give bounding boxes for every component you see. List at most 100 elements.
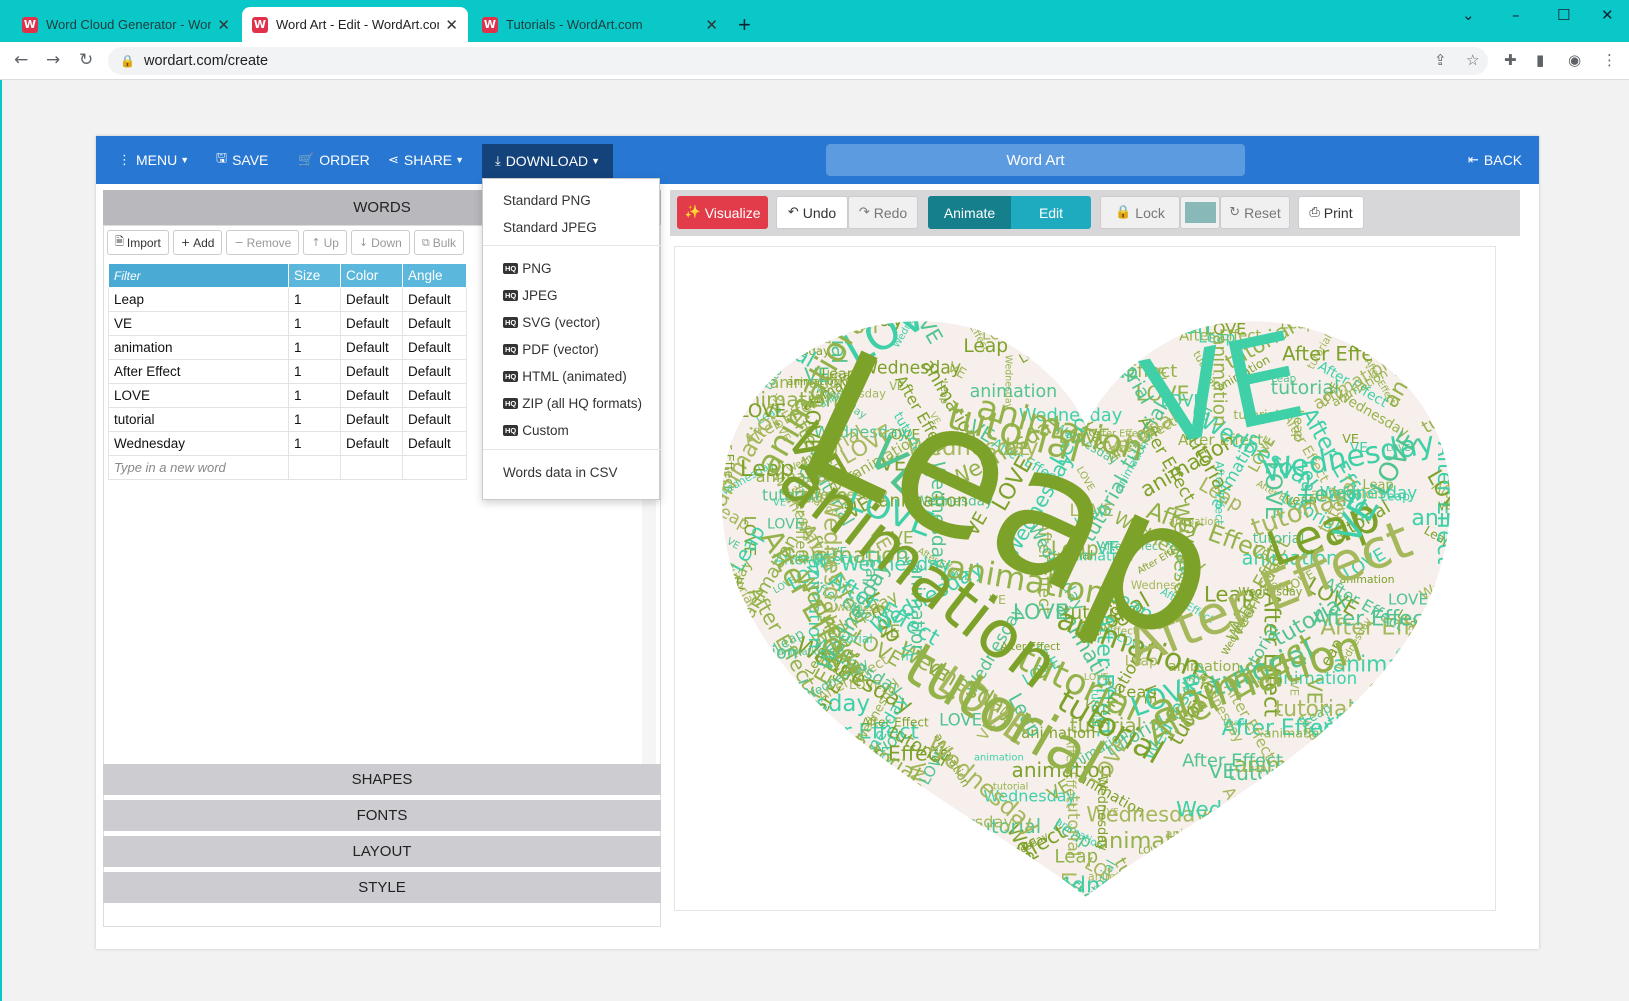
menu-item-standard-png[interactable]: Standard PNG — [503, 189, 591, 211]
bulk-button[interactable]: ⧉ Bulk — [413, 230, 465, 255]
angle-cell[interactable]: Default — [402, 287, 467, 312]
heart-word-cloud[interactable]: After EffectVELOVEWednesdayanimationAfte… — [675, 247, 1496, 911]
menu-item-hq-html[interactable]: HQ HTML (animated) — [503, 365, 627, 387]
close-tab-icon[interactable]: ✕ — [217, 16, 230, 34]
redo-button[interactable]: ↷ Redo — [848, 196, 918, 229]
menu-item-hq-zip[interactable]: HQ ZIP (all HQ formats) — [503, 392, 642, 414]
share-button[interactable]: ⋖ SHARE ▼ — [388, 136, 464, 184]
browser-tab-word-art-edit[interactable]: W Word Art - Edit - WordArt.com ✕ — [242, 7, 468, 42]
size-cell[interactable]: 1 — [288, 383, 341, 408]
menu-button[interactable]: ⋮ MENU ▼ — [118, 136, 189, 184]
color-cell[interactable]: Default — [340, 311, 403, 336]
table-row[interactable]: After Effect 1 Default Default — [108, 359, 467, 384]
down-button[interactable]: ↓ Down — [350, 230, 410, 255]
new-word-color[interactable] — [340, 455, 403, 480]
word-cell[interactable]: LOVE — [108, 383, 289, 408]
artwork-title-input[interactable]: Word Art — [826, 144, 1245, 176]
visualize-button[interactable]: ✨ Visualize — [677, 196, 768, 229]
add-button[interactable]: + Add — [172, 230, 223, 255]
menu-item-hq-png[interactable]: HQ PNG — [503, 257, 552, 279]
angle-column-header[interactable]: Angle — [402, 263, 467, 288]
close-tab-icon[interactable]: ✕ — [705, 16, 718, 34]
word-cell[interactable]: tutorial — [108, 407, 289, 432]
extensions-puzzle-icon[interactable]: ✚ — [1504, 51, 1517, 69]
style-section-header[interactable]: STYLE — [103, 872, 661, 903]
new-word-input[interactable]: Type in a new word — [108, 455, 289, 480]
angle-cell[interactable]: Default — [402, 311, 467, 336]
reset-button[interactable]: ↻ Reset — [1220, 196, 1290, 229]
word-cell[interactable]: animation — [108, 335, 289, 360]
angle-cell[interactable]: Default — [402, 407, 467, 432]
color-cell[interactable]: Default — [340, 407, 403, 432]
angle-cell[interactable]: Default — [402, 335, 467, 360]
browser-menu-icon[interactable]: ⋮ — [1602, 51, 1617, 69]
animate-button[interactable]: Animate — [928, 196, 1011, 229]
menu-item-hq-svg[interactable]: HQ SVG (vector) — [503, 311, 600, 333]
color-cell[interactable]: Default — [340, 359, 403, 384]
table-row[interactable]: animation 1 Default Default — [108, 335, 467, 360]
menu-item-standard-jpeg[interactable]: Standard JPEG — [503, 216, 597, 238]
angle-cell[interactable]: Default — [402, 383, 467, 408]
shapes-section-header[interactable]: SHAPES — [103, 764, 661, 795]
close-tab-icon[interactable]: ✕ — [445, 16, 458, 34]
angle-cell[interactable]: Default — [402, 431, 467, 456]
size-cell[interactable]: 1 — [288, 407, 341, 432]
size-cell[interactable]: 1 — [288, 335, 341, 360]
menu-item-hq-pdf[interactable]: HQ PDF (vector) — [503, 338, 599, 360]
up-button[interactable]: ↑ Up — [303, 230, 347, 255]
table-row[interactable]: VE 1 Default Default — [108, 311, 467, 336]
print-button[interactable]: ⎙ Print — [1298, 196, 1364, 229]
minimize-icon[interactable]: – — [1512, 6, 1520, 24]
background-color-swatch[interactable] — [1180, 196, 1220, 229]
size-cell[interactable]: 1 — [288, 359, 341, 384]
url-input[interactable]: 🔒 wordart.com/create — [108, 47, 1488, 75]
import-button[interactable]: 🗎 Import — [107, 230, 169, 255]
color-column-header[interactable]: Color — [340, 263, 403, 288]
color-cell[interactable]: Default — [340, 431, 403, 456]
size-column-header[interactable]: Size — [288, 263, 341, 288]
color-cell[interactable]: Default — [340, 383, 403, 408]
filter-input[interactable]: Filter — [108, 263, 289, 288]
lock-button[interactable]: 🔒 Lock — [1100, 196, 1180, 229]
back-arrow-icon[interactable]: ← — [14, 50, 28, 70]
save-button[interactable]: 🖫 SAVE — [216, 136, 268, 184]
remove-button[interactable]: − Remove — [226, 230, 300, 255]
menu-item-words-csv[interactable]: Words data in CSV — [503, 461, 618, 483]
new-tab-icon[interactable]: + — [738, 12, 751, 38]
share-page-icon[interactable]: ⇪ — [1434, 51, 1447, 69]
browser-tab-word-cloud-generator[interactable]: W Word Cloud Generator - WordArt.com ✕ — [12, 7, 240, 42]
word-cell[interactable]: Leap — [108, 287, 289, 312]
table-row[interactable]: Wednesday 1 Default Default — [108, 431, 467, 456]
maximize-icon[interactable]: ☐ — [1557, 6, 1570, 24]
wordart-canvas[interactable]: After Effect VE LOVE Wednesday animation Afte… — [674, 246, 1496, 911]
undo-button[interactable]: ↶ Undo — [776, 196, 848, 229]
angle-cell[interactable]: Default — [402, 359, 467, 384]
size-cell[interactable]: 1 — [288, 431, 341, 456]
reload-icon[interactable]: ↻ — [79, 50, 93, 70]
order-button[interactable]: 🛒 ORDER — [298, 136, 370, 184]
table-row[interactable]: LOVE 1 Default Default — [108, 383, 467, 408]
download-button[interactable]: ⤓ DOWNLOAD ▼ — [482, 144, 613, 178]
close-window-icon[interactable]: ✕ — [1601, 6, 1614, 24]
edit-button[interactable]: Edit — [1011, 196, 1091, 229]
fonts-section-header[interactable]: FONTS — [103, 800, 661, 831]
menu-item-hq-custom[interactable]: HQ Custom — [503, 419, 569, 441]
color-cell[interactable]: Default — [340, 335, 403, 360]
browser-tab-tutorials[interactable]: W Tutorials - WordArt.com ✕ — [472, 7, 728, 42]
table-row[interactable]: Leap 1 Default Default — [108, 287, 467, 312]
word-cell[interactable]: Wednesday — [108, 431, 289, 456]
size-cell[interactable]: 1 — [288, 311, 341, 336]
word-cell[interactable]: After Effect — [108, 359, 289, 384]
profile-icon[interactable]: ◉ — [1568, 51, 1581, 69]
table-row[interactable]: tutorial 1 Default Default — [108, 407, 467, 432]
word-cell[interactable]: VE — [108, 311, 289, 336]
bookmark-star-icon[interactable]: ☆ — [1466, 51, 1479, 69]
tab-search-chevron-icon[interactable]: ⌄ — [1462, 6, 1475, 24]
color-cell[interactable]: Default — [340, 287, 403, 312]
new-word-size[interactable] — [288, 455, 341, 480]
back-button[interactable]: ⇤ BACK — [1468, 136, 1522, 184]
forward-arrow-icon[interactable]: → — [46, 50, 60, 70]
new-word-angle[interactable] — [402, 455, 467, 480]
side-panel-icon[interactable]: ▮ — [1536, 51, 1544, 69]
size-cell[interactable]: 1 — [288, 287, 341, 312]
